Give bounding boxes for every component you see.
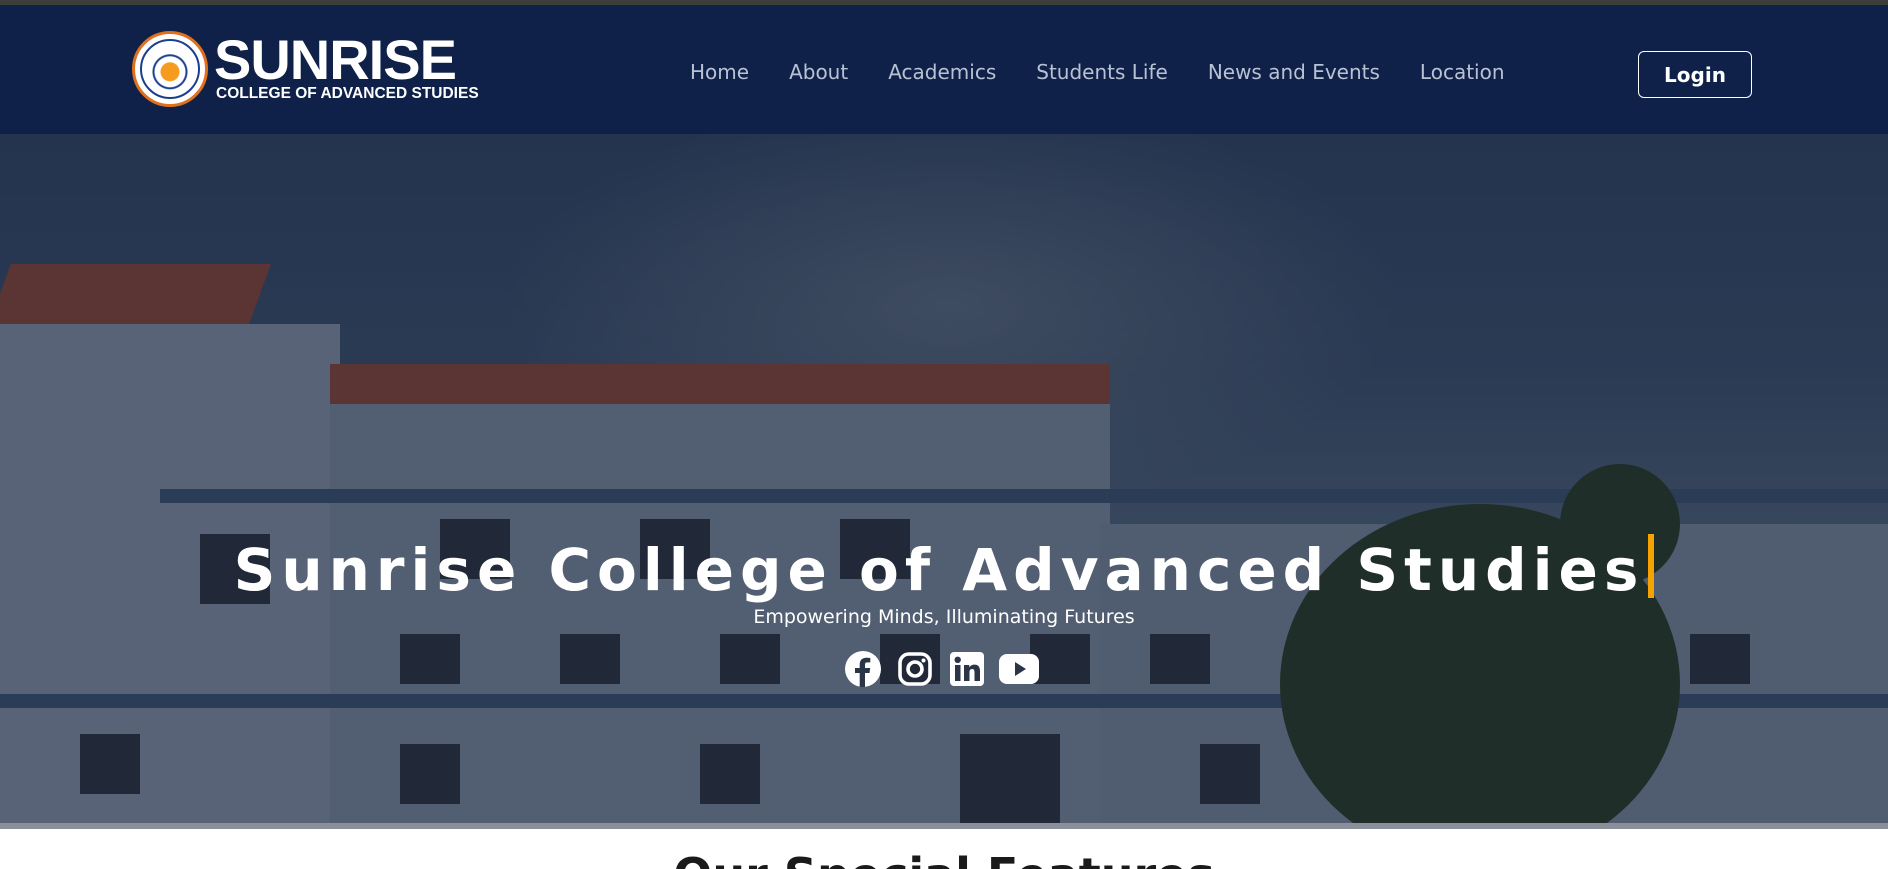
facebook-icon[interactable] xyxy=(843,649,883,689)
hero-divider xyxy=(0,823,1888,829)
brand-wordmark: SUNRISE COLLEGE OF ADVANCED STUDIES xyxy=(214,28,479,103)
hero-subtitle: Empowering Minds, Illuminating Futures xyxy=(753,606,1135,628)
login-button[interactable]: Login xyxy=(1638,51,1752,98)
nav-about[interactable]: About xyxy=(789,60,848,84)
brand-logo[interactable]: SUNRISE COLLEGE OF ADVANCED STUDIES xyxy=(132,31,479,107)
hero-title: Sunrise College of Advanced Studies xyxy=(0,534,1888,604)
section-title: Our Special Features xyxy=(0,848,1888,869)
nav-news-and-events[interactable]: News and Events xyxy=(1208,60,1380,84)
typing-caret xyxy=(1648,534,1655,598)
brand-tagline: COLLEGE OF ADVANCED STUDIES xyxy=(216,85,479,102)
nav-location[interactable]: Location xyxy=(1420,60,1505,84)
navbar: SUNRISE COLLEGE OF ADVANCED STUDIES Home… xyxy=(0,5,1888,134)
nav-home[interactable]: Home xyxy=(690,60,749,84)
linkedin-icon[interactable] xyxy=(947,649,987,689)
brand-name: SUNRISE xyxy=(214,28,457,91)
hero-banner: Sunrise College of Advanced Studies Empo… xyxy=(0,134,1888,825)
nav-students-life[interactable]: Students Life xyxy=(1036,60,1168,84)
instagram-icon[interactable] xyxy=(895,649,935,689)
college-seal-icon xyxy=(132,31,208,107)
social-links xyxy=(843,649,1051,689)
main-nav: Home About Academics Students Life News … xyxy=(690,60,1545,84)
nav-academics[interactable]: Academics xyxy=(888,60,996,84)
youtube-icon[interactable] xyxy=(999,649,1039,689)
